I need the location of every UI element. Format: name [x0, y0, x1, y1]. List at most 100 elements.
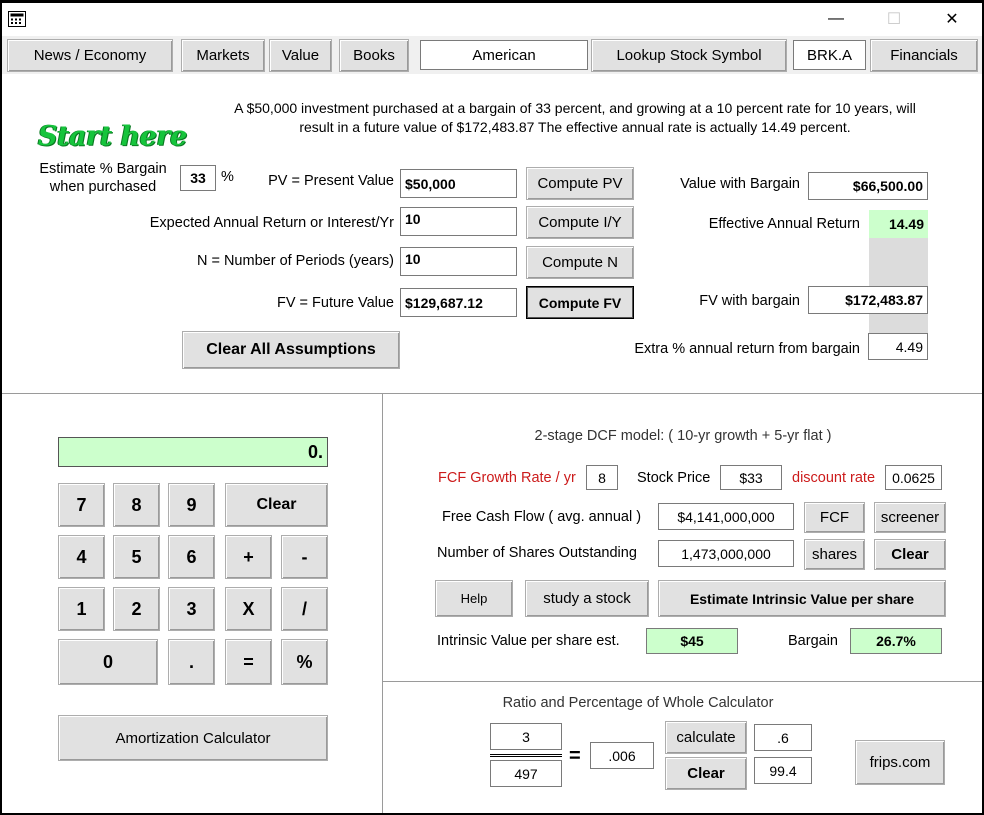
markets-button[interactable]: Markets [181, 39, 265, 72]
amortization-calculator-button[interactable]: Amortization Calculator [58, 715, 328, 761]
calc-key-0[interactable]: 0 [58, 639, 158, 685]
effective-return-spacer [869, 238, 928, 286]
calc-key-2[interactable]: 2 [113, 587, 160, 631]
pv-input[interactable]: $50,000 [400, 169, 517, 198]
value-with-bargain-field[interactable]: $66,500.00 [808, 172, 928, 200]
bargain-percent-input[interactable]: 33 [180, 165, 216, 191]
ratio-denominator-input[interactable]: 497 [490, 760, 562, 787]
calc-key-percent[interactable]: % [281, 639, 328, 685]
discount-rate-label: discount rate [792, 470, 876, 486]
effective-return-field[interactable]: 14.49 [869, 210, 928, 238]
fcf-button[interactable]: FCF [804, 502, 865, 533]
calc-key-6[interactable]: 6 [168, 535, 215, 579]
shares-button[interactable]: shares [804, 539, 865, 570]
calc-key-divide[interactable]: / [281, 587, 328, 631]
screener-button[interactable]: screener [874, 502, 946, 533]
calc-clear-button[interactable]: Clear [225, 483, 328, 527]
fcf-label: Free Cash Flow ( avg. annual ) [442, 509, 642, 525]
stock-symbol-field[interactable]: BRK.A [793, 40, 866, 70]
shares-outstanding-input[interactable]: 1,473,000,000 [658, 540, 794, 567]
close-icon: ✕ [945, 11, 959, 28]
minimize-icon: — [828, 10, 844, 27]
maximize-button[interactable]: ☐ [871, 3, 917, 35]
ratio-title: Ratio and Percentage of Whole Calculator [502, 695, 774, 711]
estimate-intrinsic-value-button[interactable]: Estimate Intrinsic Value per share [658, 580, 946, 617]
help-button[interactable]: Help [435, 580, 513, 617]
ratio-clear-button[interactable]: Clear [665, 757, 747, 790]
ratio-calculate-button[interactable]: calculate [665, 721, 747, 754]
intrinsic-value-label: Intrinsic Value per share est. [437, 633, 620, 649]
periods-label: N = Number of Periods (years) [196, 253, 394, 269]
periods-input[interactable]: 10 [400, 247, 517, 276]
compute-pv-button[interactable]: Compute PV [526, 167, 634, 200]
fv-bargain-spacer [869, 314, 928, 334]
bargain-label-line-1: Estimate % Bargain [39, 161, 167, 177]
compute-iy-button[interactable]: Compute I/Y [526, 206, 634, 239]
calc-key-7[interactable]: 7 [58, 483, 105, 527]
ratio-numerator-input[interactable]: 3 [490, 723, 562, 750]
tvm-summary-text: A $50,000 investment purchased at a barg… [234, 100, 916, 135]
calc-key-minus[interactable]: - [281, 535, 328, 579]
horizontal-divider [2, 393, 982, 394]
app-window: — ☐ ✕ News / Economy Markets Value Books… [2, 3, 982, 813]
ratio-divider [383, 681, 982, 682]
extra-return-field[interactable]: 4.49 [868, 333, 928, 360]
minimize-button[interactable]: — [813, 3, 859, 35]
pv-label: PV = Present Value [268, 173, 394, 189]
bargain-label-line-2: when purchased [49, 179, 157, 195]
study-a-stock-button[interactable]: study a stock [525, 580, 649, 617]
news-economy-button[interactable]: News / Economy [7, 39, 173, 72]
calc-key-equals[interactable]: = [225, 639, 272, 685]
discount-rate-input[interactable]: 0.0625 [885, 465, 942, 490]
compute-fv-button[interactable]: Compute FV [526, 286, 634, 319]
ratio-equals-sign: = [569, 745, 581, 767]
stock-price-label: Stock Price [637, 470, 711, 486]
maximize-icon: ☐ [886, 11, 902, 28]
vertical-divider [382, 394, 383, 813]
dcf-bargain-field[interactable]: 26.7% [850, 628, 942, 654]
calc-key-4[interactable]: 4 [58, 535, 105, 579]
clear-all-assumptions-button[interactable]: Clear All Assumptions [182, 331, 400, 369]
fv-label: FV = Future Value [277, 295, 394, 311]
compute-n-button[interactable]: Compute N [526, 246, 634, 279]
shares-outstanding-label: Number of Shares Outstanding [437, 545, 637, 561]
fv-with-bargain-field[interactable]: $172,483.87 [808, 286, 928, 314]
calc-key-3[interactable]: 3 [168, 587, 215, 631]
value-with-bargain-label: Value with Bargain [680, 176, 800, 192]
calc-key-8[interactable]: 8 [113, 483, 160, 527]
interest-input[interactable]: 10 [400, 207, 517, 236]
close-button[interactable]: ✕ [929, 3, 975, 35]
calc-key-9[interactable]: 9 [168, 483, 215, 527]
start-here-logo: Start here [38, 121, 187, 152]
fcf-growth-label: FCF Growth Rate / yr [438, 470, 576, 486]
calc-key-plus[interactable]: + [225, 535, 272, 579]
fcf-growth-input[interactable]: 8 [586, 465, 618, 490]
stock-price-input[interactable]: $33 [720, 465, 782, 490]
calculator-display: 0. [58, 437, 328, 467]
dcf-title: 2-stage DCF model: ( 10-yr growth + 5-yr… [534, 428, 832, 444]
ratio-percent-part-field[interactable]: .6 [754, 724, 812, 751]
ratio-percent-rest-field[interactable]: 99.4 [754, 757, 812, 784]
calc-key-decimal[interactable]: . [168, 639, 215, 685]
frips-com-button[interactable]: frips.com [855, 740, 945, 785]
calculator-app-icon [8, 11, 26, 27]
extra-return-label: Extra % annual return from bargain [634, 341, 860, 357]
bargain-label: Estimate % Bargain when purchased [28, 160, 178, 196]
lookup-stock-symbol-button[interactable]: Lookup Stock Symbol [591, 39, 787, 72]
financials-button[interactable]: Financials [870, 39, 978, 72]
intrinsic-value-field[interactable]: $45 [646, 628, 738, 654]
dcf-clear-button[interactable]: Clear [874, 539, 946, 570]
calc-key-5[interactable]: 5 [113, 535, 160, 579]
exchange-field[interactable]: American [420, 40, 588, 70]
fcf-input[interactable]: $4,141,000,000 [658, 503, 794, 530]
calc-key-multiply[interactable]: X [225, 587, 272, 631]
books-button[interactable]: Books [339, 39, 409, 72]
fv-input[interactable]: $129,687.12 [400, 288, 517, 317]
value-button[interactable]: Value [269, 39, 332, 72]
dcf-bargain-label: Bargain [788, 633, 838, 649]
effective-return-label: Effective Annual Return [708, 216, 860, 232]
ratio-result-field[interactable]: .006 [590, 742, 654, 769]
calc-key-1[interactable]: 1 [58, 587, 105, 631]
fv-with-bargain-label: FV with bargain [699, 293, 800, 309]
title-bar: — ☐ ✕ [2, 3, 982, 35]
